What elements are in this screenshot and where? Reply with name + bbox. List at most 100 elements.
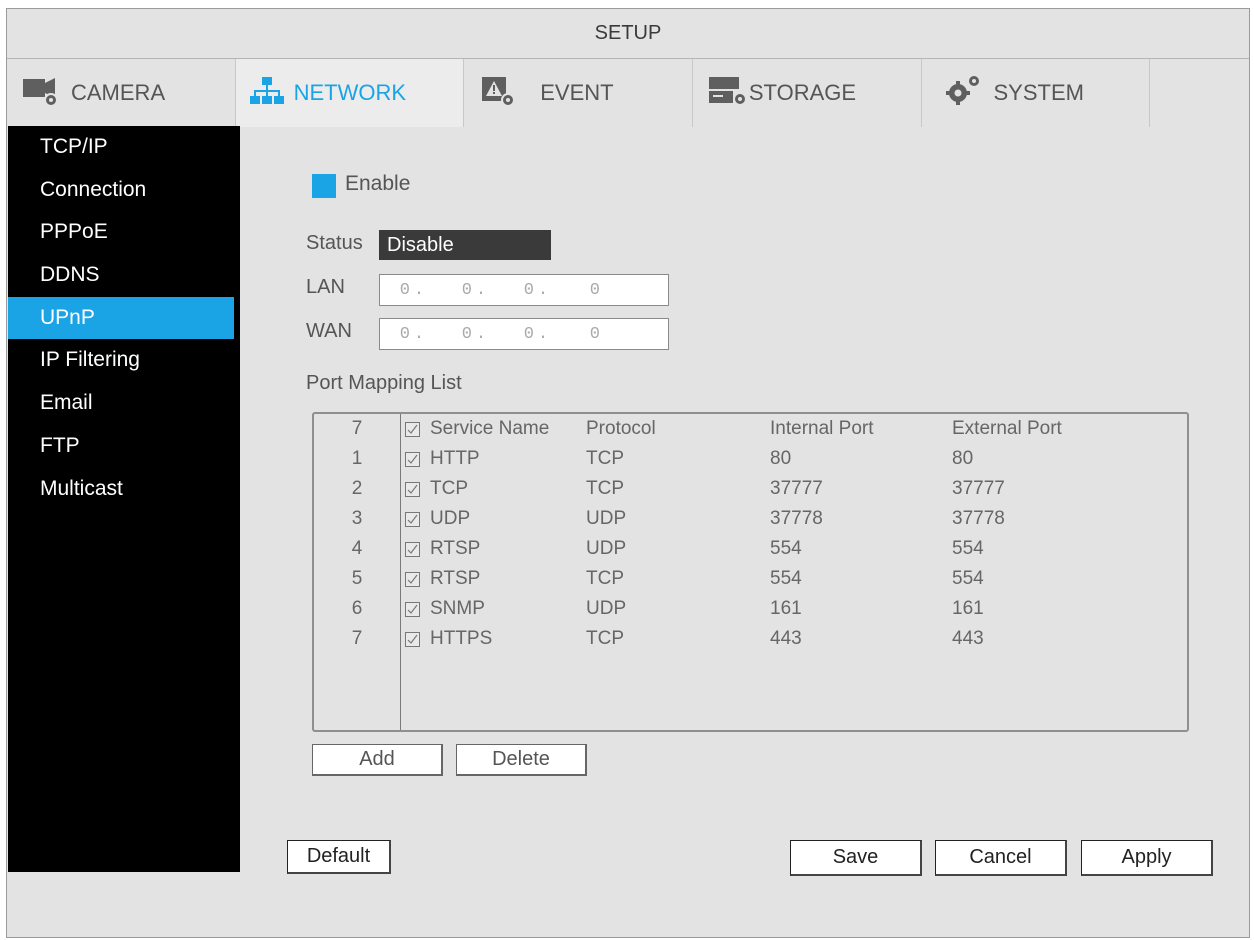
header-count: 7 [351, 418, 363, 439]
row-internal-port: 161 [770, 598, 802, 619]
port-mapping-table: 7 Service Name Protocol Internal Port Ex… [312, 412, 1189, 732]
row-internal-port: 554 [770, 538, 802, 559]
main-tabs: CAMERA NETWORK EVENT STORAGE SYSTEM [7, 59, 1249, 127]
row-checkbox[interactable] [405, 542, 420, 557]
header-internal-port: Internal Port [770, 418, 874, 439]
enable-label: Enable [345, 172, 411, 195]
lan-octet-2: 0 [461, 280, 472, 300]
save-button[interactable]: Save [790, 840, 922, 876]
table-row[interactable]: 4 RTSP UDP 554 554 [314, 534, 1187, 564]
table-header: 7 Service Name Protocol Internal Port Ex… [314, 414, 1187, 444]
wan-octet-4: 0 [589, 324, 600, 344]
row-internal-port: 443 [770, 628, 802, 649]
tab-spacer [1150, 59, 1249, 127]
status-value: Disable [379, 230, 551, 260]
tab-storage[interactable]: STORAGE [693, 59, 922, 127]
setup-window: SETUP CAMERA NETWORK EVENT STORAGE SYSTE… [6, 8, 1250, 938]
row-service-name: UDP [430, 508, 471, 529]
sidebar-item-ip-filtering[interactable]: IP Filtering [8, 339, 240, 382]
sidebar-item-ftp[interactable]: FTP [8, 425, 240, 468]
row-checkbox[interactable] [405, 602, 420, 617]
tab-event[interactable]: EVENT [464, 59, 693, 127]
row-index: 7 [351, 628, 363, 649]
row-service-name: RTSP [430, 568, 481, 589]
table-row[interactable]: 3 UDP UDP 37778 37778 [314, 504, 1187, 534]
row-protocol: UDP [586, 538, 627, 559]
row-protocol: TCP [586, 568, 624, 589]
wan-ip-field[interactable]: 0. 0. 0. 0 [379, 318, 669, 350]
sidebar-item-email[interactable]: Email [8, 382, 240, 425]
row-protocol: TCP [586, 448, 624, 469]
table-row[interactable]: 6 SNMP UDP 161 161 [314, 594, 1187, 624]
sidebar-item-connection[interactable]: Connection [8, 169, 240, 212]
sidebar: TCP/IP Connection PPPoE DDNS UPnP IP Fil… [8, 126, 240, 872]
row-protocol: TCP [586, 628, 624, 649]
ip-dot: . [537, 280, 549, 300]
row-internal-port: 37777 [770, 478, 823, 499]
row-internal-port: 80 [770, 448, 792, 469]
default-button[interactable]: Default [287, 840, 391, 874]
row-external-port: 37778 [952, 508, 1005, 529]
tab-label: SYSTEM [993, 80, 1084, 105]
ip-dot: . [537, 324, 549, 344]
enable-checkbox[interactable] [312, 174, 336, 198]
add-button[interactable]: Add [312, 744, 443, 776]
tab-label: EVENT [540, 80, 614, 105]
wan-octet-3: 0 [523, 324, 534, 344]
row-external-port: 80 [952, 448, 974, 469]
row-service-name: SNMP [430, 598, 485, 619]
sidebar-item-multicast[interactable]: Multicast [8, 468, 240, 511]
row-external-port: 554 [952, 568, 984, 589]
row-internal-port: 37778 [770, 508, 823, 529]
wan-label: WAN [306, 320, 352, 342]
table-row[interactable]: 7 HTTPS TCP 443 443 [314, 624, 1187, 654]
header-service-name: Service Name [430, 418, 550, 439]
apply-button[interactable]: Apply [1081, 840, 1213, 876]
row-index: 4 [351, 538, 363, 559]
sidebar-item-upnp[interactable]: UPnP [8, 296, 234, 340]
sidebar-item-ddns[interactable]: DDNS [8, 254, 240, 297]
row-checkbox[interactable] [405, 512, 420, 527]
network-icon [249, 75, 284, 111]
lan-octet-4: 0 [589, 280, 600, 300]
row-checkbox[interactable] [405, 632, 420, 647]
row-external-port: 443 [952, 628, 984, 649]
table-row[interactable]: 5 RTSP TCP 554 554 [314, 564, 1187, 594]
row-index: 3 [351, 508, 363, 529]
event-warning-icon [478, 73, 518, 113]
upnp-panel: Enable Status Disable LAN 0. 0. 0. 0 WAN… [240, 126, 1250, 876]
tab-label: CAMERA [71, 80, 166, 105]
row-external-port: 554 [952, 538, 984, 559]
row-service-name: HTTP [430, 448, 480, 469]
window-title: SETUP [7, 9, 1249, 59]
tab-camera[interactable]: CAMERA [7, 59, 236, 127]
row-checkbox[interactable] [405, 572, 420, 587]
row-service-name: HTTPS [430, 628, 493, 649]
select-all-checkbox[interactable] [405, 422, 420, 437]
cancel-button[interactable]: Cancel [935, 840, 1067, 876]
table-row[interactable]: 1 HTTP TCP 80 80 [314, 444, 1187, 474]
storage-icon [707, 73, 749, 113]
row-external-port: 37777 [952, 478, 1005, 499]
row-protocol: TCP [586, 478, 624, 499]
row-protocol: UDP [586, 598, 627, 619]
header-external-port: External Port [952, 418, 1062, 439]
delete-button[interactable]: Delete [456, 744, 587, 776]
sidebar-item-pppoe[interactable]: PPPoE [8, 211, 240, 254]
sidebar-item-tcpip[interactable]: TCP/IP [8, 126, 240, 169]
lan-octet-1: 0 [399, 280, 410, 300]
camera-gear-icon [21, 73, 61, 113]
row-checkbox[interactable] [405, 482, 420, 497]
ip-dot: . [475, 280, 487, 300]
row-index: 2 [351, 478, 363, 499]
port-mapping-label: Port Mapping List [306, 372, 462, 394]
tab-system[interactable]: SYSTEM [922, 59, 1151, 127]
ip-dot: . [413, 324, 425, 344]
row-protocol: UDP [586, 508, 627, 529]
table-row[interactable]: 2 TCP TCP 37777 37777 [314, 474, 1187, 504]
wan-octet-2: 0 [461, 324, 472, 344]
row-checkbox[interactable] [405, 452, 420, 467]
lan-ip-field[interactable]: 0. 0. 0. 0 [379, 274, 669, 306]
tab-network[interactable]: NETWORK [235, 59, 465, 127]
wan-octet-1: 0 [399, 324, 410, 344]
